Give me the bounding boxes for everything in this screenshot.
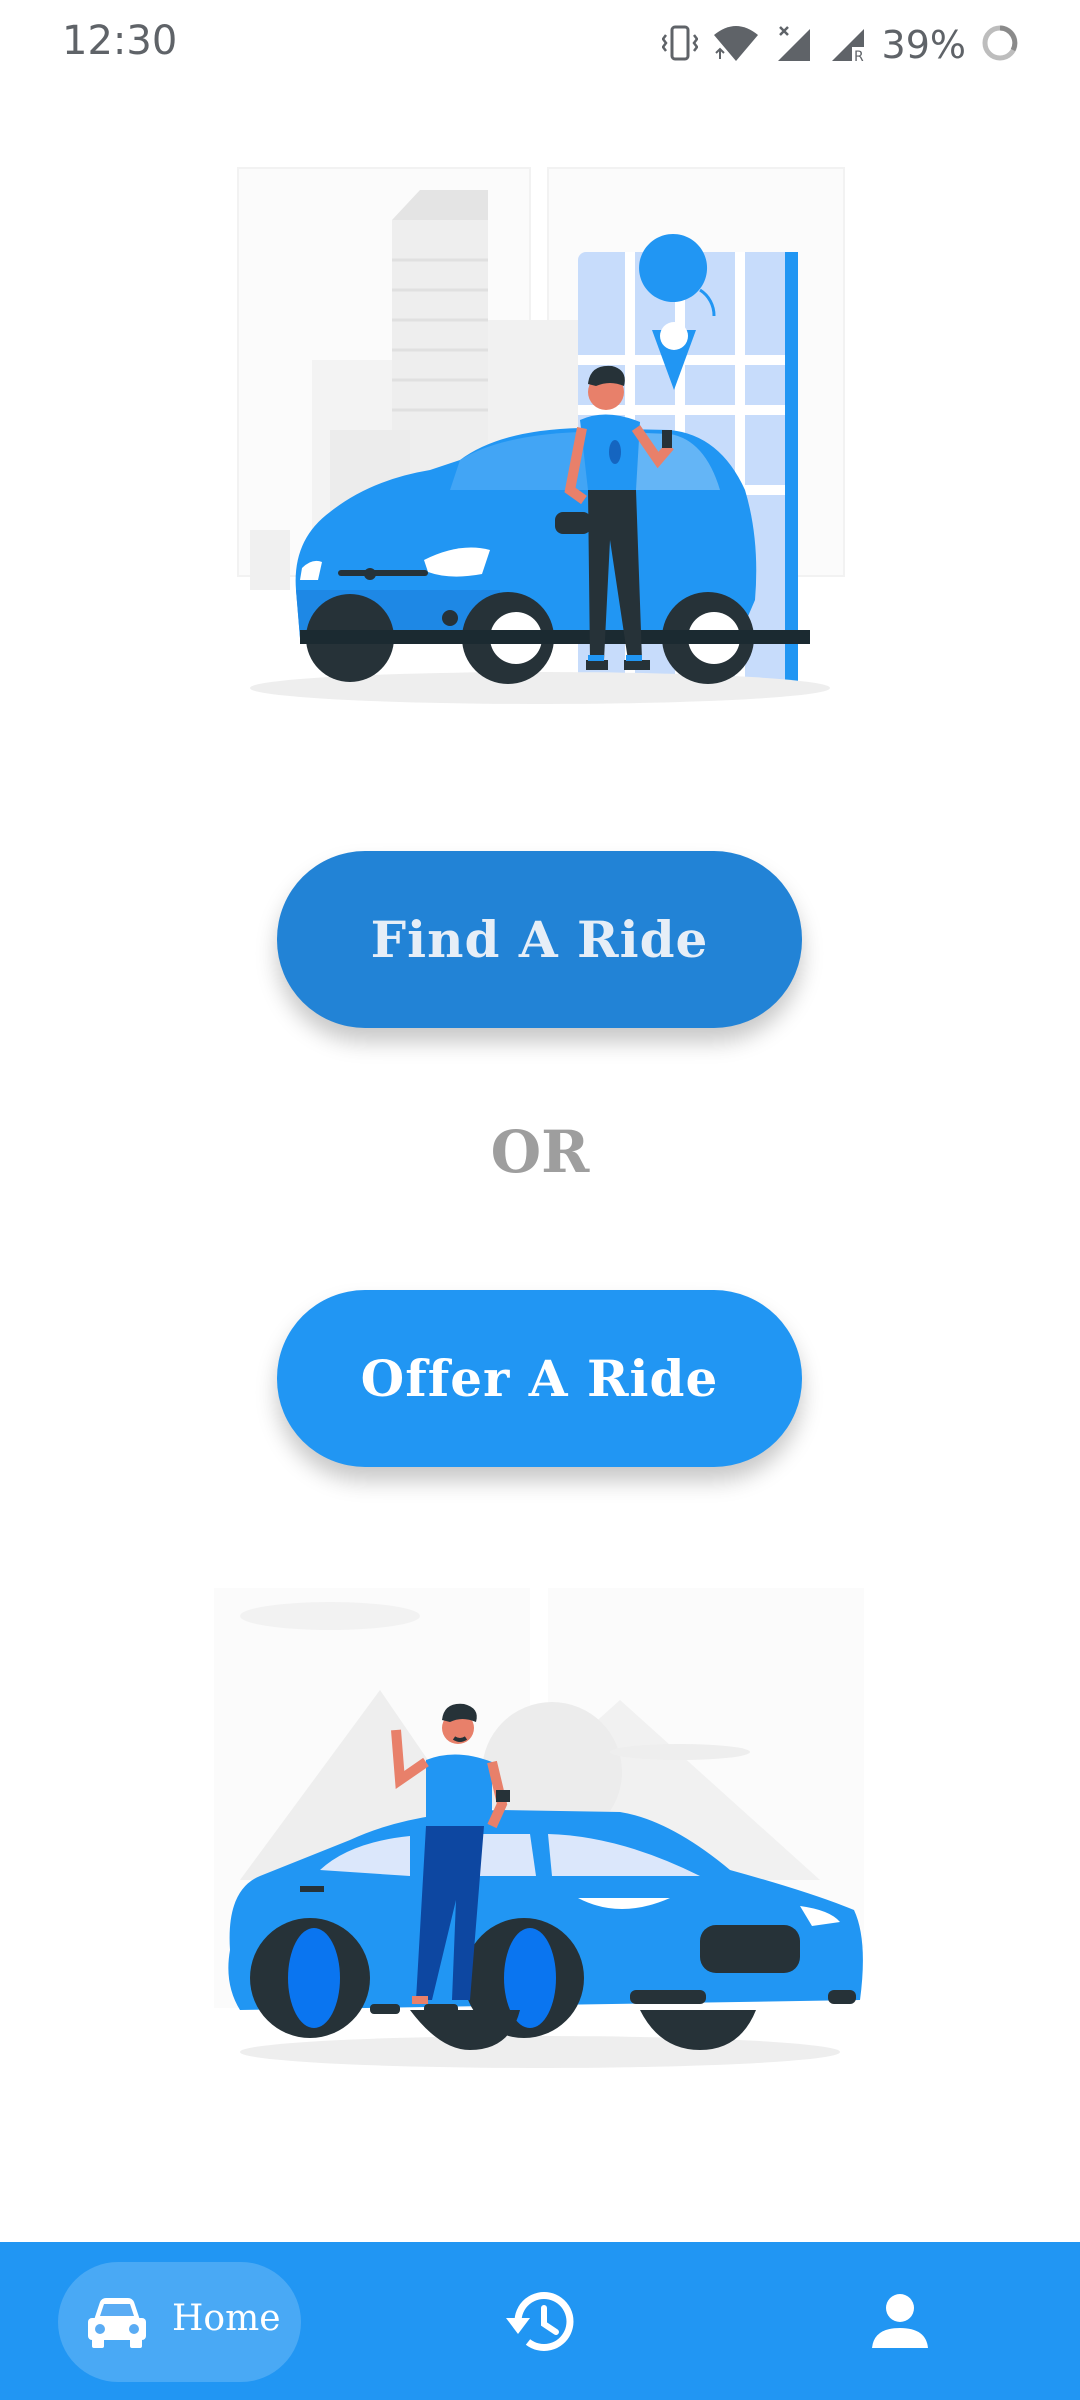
status-icons: R 39% xyxy=(660,18,1020,72)
nav-home-label: Home xyxy=(172,2298,281,2339)
battery-percent: 39% xyxy=(881,23,966,67)
ride-illustration-top xyxy=(200,160,880,720)
nav-history[interactable] xyxy=(500,2282,580,2362)
status-bar: 12:30 R 39% xyxy=(0,0,1080,90)
find-ride-button[interactable]: Find A Ride xyxy=(277,851,802,1028)
car-icon xyxy=(86,2292,148,2356)
person-icon xyxy=(860,2294,940,2366)
wifi-icon xyxy=(712,23,760,67)
nav-home[interactable]: Home xyxy=(58,2262,301,2382)
signal-x-icon xyxy=(774,23,814,67)
offer-ride-button[interactable]: Offer A Ride xyxy=(277,1290,802,1467)
screen: 12:30 R 39% Find A Ride OR Offer A Ride … xyxy=(0,0,1080,2400)
status-time: 12:30 xyxy=(62,18,178,64)
bottom-nav: Home xyxy=(0,2242,1080,2400)
or-label: OR xyxy=(490,1118,590,1186)
vibrate-icon xyxy=(660,23,699,67)
nav-profile[interactable] xyxy=(860,2282,940,2362)
battery-ring-icon xyxy=(980,23,1020,67)
ride-illustration-bottom xyxy=(200,1580,880,2080)
history-icon xyxy=(500,2292,580,2366)
signal-r-icon: R xyxy=(828,23,868,67)
svg-text:R: R xyxy=(854,49,864,63)
